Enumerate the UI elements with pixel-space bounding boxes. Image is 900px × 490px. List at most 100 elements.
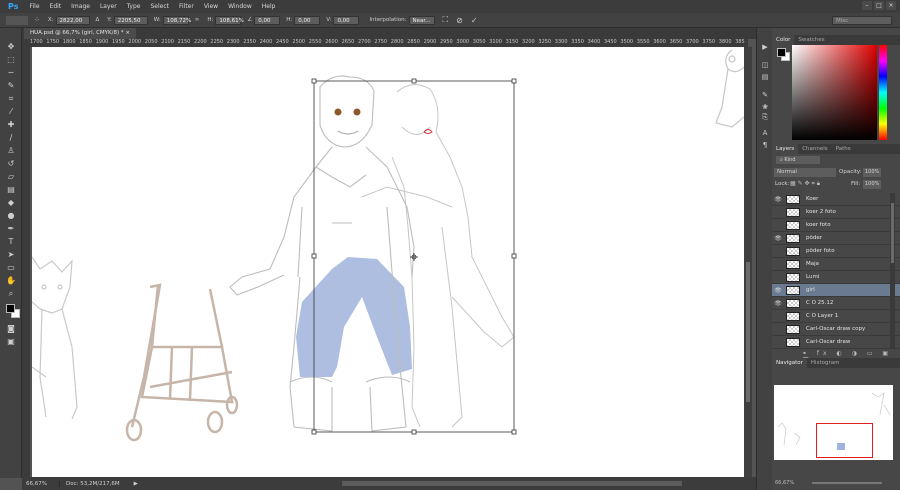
tab-paths[interactable]: Paths: [832, 144, 855, 154]
lasso-tool-icon[interactable]: ∽: [5, 68, 17, 78]
history-icon[interactable]: ◫: [760, 60, 770, 70]
menu-help[interactable]: Help: [257, 3, 281, 10]
navigator-view-box[interactable]: [816, 423, 873, 458]
vertical-scrollbar[interactable]: [744, 47, 752, 477]
eyedropper-tool-icon[interactable]: ⁄: [5, 107, 17, 117]
cancel-transform-icon[interactable]: ⊘: [456, 16, 463, 25]
navigator-zoom-slider[interactable]: [812, 482, 882, 484]
menu-edit[interactable]: Edit: [45, 3, 67, 10]
menu-type[interactable]: Type: [122, 3, 146, 10]
lock-icons[interactable]: ▦ ✎ ✥ ⌗ 🔒︎: [790, 180, 820, 188]
layer-row[interactable]: Maja: [772, 258, 900, 271]
quick-mask-icon[interactable]: ◙: [5, 324, 17, 334]
tab-swatches[interactable]: Swatches: [794, 35, 828, 45]
properties-icon[interactable]: ▤: [760, 72, 770, 82]
menu-view[interactable]: View: [199, 3, 223, 10]
paragraph-icon[interactable]: ¶: [760, 140, 770, 150]
menu-window[interactable]: Window: [223, 3, 257, 10]
layer-row[interactable]: Carl-Oscar draw copy: [772, 323, 900, 336]
tab-color[interactable]: Color: [772, 35, 795, 45]
vskew-field[interactable]: 0,00: [333, 15, 360, 25]
menu-select[interactable]: Select: [145, 3, 174, 10]
type-tool-icon[interactable]: T: [5, 237, 17, 247]
screen-mode-icon[interactable]: ▣: [5, 337, 17, 347]
blend-mode-dropdown[interactable]: Normal: [774, 168, 836, 177]
quick-select-tool-icon[interactable]: ✎: [5, 81, 17, 91]
navigator-preview[interactable]: [774, 385, 893, 460]
layer-row[interactable]: koer foto: [772, 219, 900, 232]
brush-tool-icon[interactable]: ∕: [5, 133, 17, 143]
reference-point-icon[interactable]: ⁘: [34, 16, 40, 24]
tab-histogram[interactable]: Histogram: [807, 358, 844, 368]
marquee-tool-icon[interactable]: ⬚: [5, 55, 17, 65]
layer-filter-dropdown[interactable]: ⌕ Kind: [776, 156, 820, 164]
fill-field[interactable]: 100%: [863, 180, 881, 189]
layer-row[interactable]: 👁︎ põder: [772, 232, 900, 245]
close-button[interactable]: ×: [886, 1, 896, 10]
vertical-scroll-thumb[interactable]: [746, 262, 750, 402]
status-menu-arrow-icon[interactable]: ▶: [134, 481, 138, 487]
workspace-dropdown[interactable]: Misc: [832, 16, 892, 25]
crop-tool-icon[interactable]: ⌗: [5, 94, 17, 104]
layers-scrollbar[interactable]: [890, 193, 895, 349]
document-canvas[interactable]: [32, 47, 744, 477]
menu-file[interactable]: File: [24, 3, 44, 10]
hskew-field[interactable]: 0,00: [294, 15, 321, 25]
visibility-eye-icon[interactable]: 👁︎: [772, 235, 784, 242]
zoom-tool-icon[interactable]: ⌕: [5, 289, 17, 299]
height-field[interactable]: 108,61%: [215, 15, 244, 25]
history-brush-tool-icon[interactable]: ↺: [5, 159, 17, 169]
menu-image[interactable]: Image: [66, 3, 95, 10]
brush-icon[interactable]: ❀: [760, 102, 770, 112]
character-icon[interactable]: [760, 112, 770, 122]
hue-slider[interactable]: [879, 45, 887, 140]
visibility-eye-icon[interactable]: 👁︎: [772, 300, 784, 307]
interpolation-dropdown[interactable]: Near...: [408, 15, 435, 25]
tab-navigator[interactable]: Navigator: [772, 358, 807, 368]
tab-layers[interactable]: Layers: [772, 144, 799, 154]
blur-tool-icon[interactable]: ◆: [5, 198, 17, 208]
path-select-tool-icon[interactable]: ➤: [5, 250, 17, 260]
menu-layer[interactable]: Layer: [95, 3, 122, 10]
move-tool-icon[interactable]: ✥: [5, 42, 17, 52]
relative-position-icon[interactable]: Δ: [96, 17, 100, 23]
layer-row[interactable]: 👁︎ C O 25.12: [772, 297, 900, 310]
brush-presets-icon[interactable]: ✎: [760, 90, 770, 100]
minimize-button[interactable]: –: [862, 1, 872, 10]
angle-field[interactable]: 0,00: [254, 15, 281, 25]
tool-preset-picker[interactable]: [6, 15, 28, 25]
warp-icon[interactable]: ⛶: [443, 15, 449, 25]
tab-channels[interactable]: Channels: [798, 144, 831, 154]
layer-row[interactable]: põder foto: [772, 245, 900, 258]
layer-row[interactable]: Carl-Oscar draw: [772, 336, 900, 349]
play-actions-icon[interactable]: ▶: [760, 42, 770, 52]
layer-row[interactable]: Lumi: [772, 271, 900, 284]
panel-foreground-swatch[interactable]: [777, 48, 786, 57]
width-field[interactable]: 108,72%: [162, 15, 191, 25]
layer-row[interactable]: 👁︎ girl: [772, 284, 900, 297]
link-icon[interactable]: ∞: [195, 17, 200, 23]
menu-filter[interactable]: Filter: [174, 3, 199, 10]
gradient-tool-icon[interactable]: ▤: [5, 185, 17, 195]
clone-stamp-tool-icon[interactable]: ♙: [5, 146, 17, 156]
pen-tool-icon[interactable]: ✒: [5, 224, 17, 234]
foreground-color-swatch[interactable]: [6, 304, 15, 313]
hand-tool-icon[interactable]: ✋: [5, 276, 17, 286]
layer-row[interactable]: C O Layer 1: [772, 310, 900, 323]
x-position-field[interactable]: 2822,00 p: [55, 15, 90, 33]
healing-tool-icon[interactable]: ✚: [5, 120, 17, 130]
layer-row[interactable]: koer 2 foto: [772, 206, 900, 219]
maximize-button[interactable]: □: [874, 1, 884, 10]
zoom-level[interactable]: 66,67%: [22, 480, 60, 487]
commit-transform-icon[interactable]: ✓: [471, 16, 478, 25]
opacity-field[interactable]: 100%: [863, 168, 881, 177]
navigator-zoom[interactable]: 66,67%: [775, 480, 794, 486]
document-tab[interactable]: HUA.psd @ 66,7% (girl, CMYK/8) * ×: [24, 28, 136, 39]
y-position-field[interactable]: 2205,50 p: [113, 15, 148, 33]
visibility-eye-icon[interactable]: 👁︎: [772, 196, 784, 203]
dodge-tool-icon[interactable]: ●: [5, 211, 17, 221]
layer-row[interactable]: 👁︎ Koer: [772, 193, 900, 206]
color-picker-field[interactable]: [792, 45, 877, 140]
eraser-tool-icon[interactable]: ▱: [5, 172, 17, 182]
visibility-eye-icon[interactable]: 👁︎: [772, 287, 784, 294]
